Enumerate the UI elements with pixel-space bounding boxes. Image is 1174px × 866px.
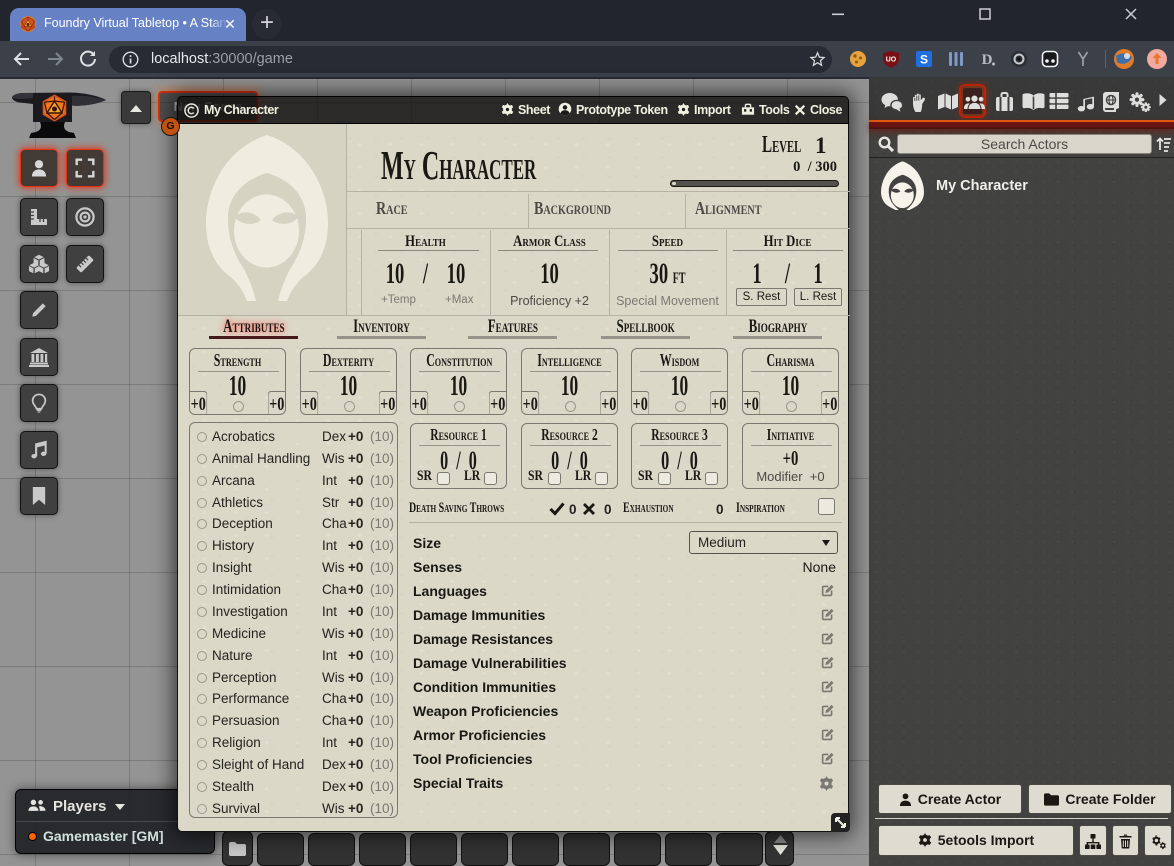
svg-text:UO: UO — [886, 57, 897, 64]
svg-text:D: D — [982, 52, 993, 68]
svg-text:S: S — [920, 53, 928, 67]
